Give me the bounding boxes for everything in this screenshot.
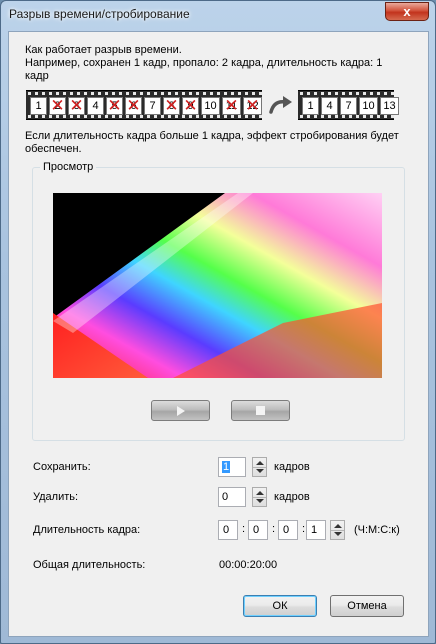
- dropped-frame: 8: [163, 96, 180, 116]
- result-frame: 13: [380, 97, 399, 115]
- window-title: Разрыв времени/стробирование: [9, 7, 190, 21]
- drop-spinner[interactable]: [252, 487, 267, 507]
- dropped-frame: 12: [243, 96, 262, 116]
- title-bar[interactable]: Разрыв времени/стробирование x: [1, 1, 435, 31]
- stop-button[interactable]: [231, 400, 290, 421]
- total-duration-label: Общая длительность:: [33, 559, 146, 571]
- keep-label: Сохранить:: [33, 461, 91, 473]
- dropped-frame: 2: [49, 96, 66, 116]
- ok-button[interactable]: ОК: [243, 595, 317, 617]
- source-frames: 123456789101112: [30, 96, 262, 116]
- cancel-button[interactable]: Отмена: [330, 595, 404, 617]
- duration-format-hint: (Ч:М:С:к): [354, 524, 400, 536]
- dropped-frame: 6: [125, 96, 142, 116]
- total-duration-value: 00:00:20:00: [219, 559, 278, 571]
- result-filmstrip: 1 4 7 10 13: [298, 90, 399, 120]
- explanation-heading: Как работает разрыв времени.: [25, 44, 182, 56]
- preview-group-label: Просмотр: [40, 161, 97, 173]
- result-frame: 7: [340, 97, 357, 115]
- drop-label: Удалить:: [33, 491, 79, 503]
- dropped-frame: 11: [222, 96, 241, 116]
- drop-input[interactable]: 0: [218, 487, 246, 507]
- preview-area: [53, 193, 382, 378]
- kept-frame: 4: [87, 97, 104, 115]
- play-button[interactable]: [151, 400, 210, 421]
- frame-duration-label: Длительность кадра:: [33, 524, 141, 536]
- separator: :: [242, 523, 246, 535]
- curved-arrow-right-icon: [269, 96, 292, 114]
- duration-seconds-field[interactable]: 0: [278, 520, 298, 540]
- duration-hours-field[interactable]: 0: [218, 520, 238, 540]
- duration-spinner[interactable]: [330, 520, 345, 540]
- stop-icon: [256, 406, 265, 415]
- close-button[interactable]: x: [385, 2, 429, 21]
- result-frame: 1: [302, 97, 319, 115]
- duration-frames-field[interactable]: 1: [306, 520, 326, 540]
- result-frame: 10: [359, 97, 378, 115]
- dropped-frame: 9: [182, 96, 199, 116]
- result-frame: 4: [321, 97, 338, 115]
- keep-unit: кадров: [274, 461, 310, 473]
- dropped-frame: 3: [68, 96, 85, 116]
- drop-unit: кадров: [274, 491, 310, 503]
- keep-spinner[interactable]: [252, 457, 267, 477]
- keep-input[interactable]: 1: [218, 457, 246, 477]
- result-frames: 1 4 7 10 13: [302, 97, 399, 115]
- kept-frame: 7: [144, 97, 161, 115]
- explanation-text: Как работает разрыв времени. Например, с…: [25, 44, 405, 83]
- strobe-note: Если длительность кадра больше 1 кадра, …: [25, 130, 399, 155]
- kept-frame: 1: [30, 97, 47, 115]
- close-icon: x: [403, 4, 411, 19]
- duration-minutes-field[interactable]: 0: [248, 520, 268, 540]
- explanation-example: Например, сохранен 1 кадр, пропало: 2 ка…: [25, 57, 383, 82]
- source-filmstrip: 123456789101112: [26, 90, 262, 120]
- separator: :: [302, 523, 306, 535]
- dropped-frame: 5: [106, 96, 123, 116]
- play-icon: [177, 406, 185, 416]
- separator: :: [272, 523, 276, 535]
- kept-frame: 10: [201, 97, 220, 115]
- preview-image: [53, 193, 382, 378]
